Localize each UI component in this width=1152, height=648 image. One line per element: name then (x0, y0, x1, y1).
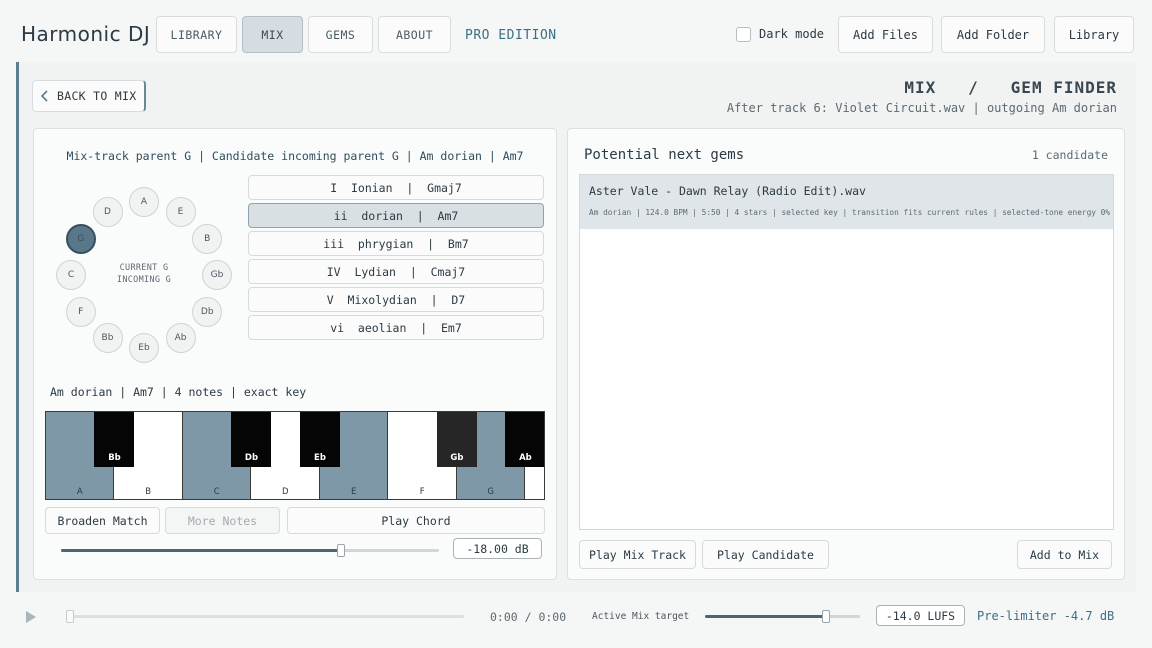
chevron-left-icon (33, 89, 57, 103)
piano-key-label: D (281, 487, 289, 497)
gem-finder-panel: BACK TO MIX MIX / GEM FINDER After track… (16, 62, 1136, 592)
add-to-mix-button[interactable]: Add to Mix (1017, 540, 1112, 569)
piano-key-label: Bb (108, 453, 121, 463)
volume-slider-thumb[interactable] (336, 544, 345, 557)
back-to-mix-button[interactable]: BACK TO MIX (32, 80, 146, 112)
next-gems-title: Potential next gems (584, 147, 745, 163)
piano-key-ab[interactable]: Ab (505, 412, 544, 467)
wheel-key-d[interactable]: D (92, 196, 123, 227)
wheel-key-ab[interactable]: Ab (165, 323, 196, 354)
piano-key-label: Db (244, 453, 259, 463)
playback-progress-thumb[interactable] (66, 610, 74, 623)
candidate-title: Aster Vale - Dawn Relay (Radio Edit).wav (589, 184, 866, 198)
next-gems-card: Potential next gems 1 candidate Aster Va… (567, 128, 1125, 580)
more-notes-button[interactable]: More Notes (165, 507, 280, 534)
piano-keyboard: A B C D E F G Bb Db Eb Gb Ab (45, 411, 545, 500)
wheel-key-e[interactable]: E (165, 196, 196, 227)
piano-key-label: F (419, 487, 425, 497)
back-to-mix-label: BACK TO MIX (57, 89, 137, 103)
mix-target-label: Active Mix target (592, 611, 690, 622)
wheel-key-bb[interactable]: Bb (92, 323, 123, 354)
tab-mix[interactable]: MIX (242, 16, 303, 53)
add-files-button[interactable]: Add Files (838, 16, 933, 53)
play-chord-button[interactable]: Play Chord (287, 507, 545, 534)
piano-key-label: A (76, 487, 83, 497)
piano-key-label: Gb (450, 453, 464, 463)
piano-key-label: B (145, 487, 152, 497)
volume-value[interactable]: -18.00 dB (453, 538, 542, 559)
wheel-key-c[interactable]: C (56, 260, 86, 290)
candidate-count: 1 candidate (1031, 148, 1108, 162)
piano-key-eb[interactable]: Eb (299, 412, 340, 467)
app-brand: Harmonic DJ (21, 22, 151, 46)
add-folder-button[interactable]: Add Folder (941, 16, 1045, 53)
piano-key-label: E (351, 487, 357, 497)
wheel-key-f[interactable]: F (65, 296, 96, 327)
mode-option[interactable]: IV Lydian | Cmaj7 (248, 259, 544, 284)
piano-key-label: C (213, 487, 220, 497)
tab-library[interactable]: LIBRARY (156, 16, 237, 53)
wheel-key-db[interactable]: Db (192, 296, 223, 327)
volume-slider-fill (61, 549, 341, 552)
page-subtitle: After track 6: Violet Circuit.wav | outg… (726, 101, 1117, 115)
broaden-match-button[interactable]: Broaden Match (45, 507, 160, 534)
page-title: MIX / GEM FINDER (904, 78, 1117, 97)
key-context-heading: Mix-track parent G | Candidate incoming … (66, 149, 524, 163)
candidate-meta: Am dorian | 124.0 BPM | 5:50 | 4 stars |… (589, 208, 1111, 217)
dark-mode-label[interactable]: Dark mode (759, 27, 824, 41)
volume-slider[interactable] (61, 544, 439, 557)
mix-target-thumb[interactable] (821, 610, 830, 623)
playback-time: 0:00 / 0:00 (490, 610, 567, 624)
tab-about[interactable]: ABOUT (378, 16, 451, 53)
scale-info: Am dorian | Am7 | 4 notes | exact key (50, 385, 307, 399)
mix-target-fill (705, 615, 826, 618)
wheel-key-g[interactable]: G (65, 223, 96, 254)
dark-mode-checkbox[interactable] (736, 27, 751, 42)
pre-limiter-readout: Pre-limiter -4.7 dB (977, 609, 1115, 623)
top-bar: Harmonic DJ LIBRARY MIX GEMS ABOUT PRO E… (0, 0, 1152, 62)
edition-label: PRO EDITION (465, 28, 557, 43)
wheel-key-eb[interactable]: Eb (129, 333, 159, 363)
mode-option[interactable]: V Mixolydian | D7 (248, 287, 544, 312)
circle-of-fifths: CURRENT G INCOMING G A E B Gb Db Ab Eb Bb F C G D (56, 187, 232, 363)
mode-option[interactable]: iii phrygian | Bm7 (248, 231, 544, 256)
mix-target-slider[interactable] (705, 610, 860, 623)
wheel-key-b[interactable]: B (192, 223, 223, 254)
piano-key-label: G (487, 487, 494, 497)
library-button[interactable]: Library (1054, 16, 1134, 53)
piano-key-bb[interactable]: Bb (94, 412, 135, 467)
mode-list: I Ionian | Gmaj7 ii dorian | Am7 iii phryg… (248, 175, 544, 343)
mode-option[interactable]: ii dorian | Am7 (248, 203, 544, 228)
candidate-list[interactable]: Aster Vale - Dawn Relay (Radio Edit).wav… (579, 174, 1114, 530)
piano-key-label: Ab (519, 453, 532, 463)
play-mix-track-button[interactable]: Play Mix Track (579, 540, 696, 569)
list-item[interactable]: Aster Vale - Dawn Relay (Radio Edit).wav… (580, 175, 1113, 229)
mode-option[interactable]: vi aeolian | Em7 (248, 315, 544, 340)
play-candidate-button[interactable]: Play Candidate (702, 540, 829, 569)
mode-option[interactable]: I Ionian | Gmaj7 (248, 175, 544, 200)
piano-key-gb[interactable]: Gb (436, 412, 477, 467)
lufs-value[interactable]: -14.0 LUFS (876, 605, 965, 626)
piano-key-db[interactable]: Db (231, 412, 272, 467)
wheel-key-a[interactable]: A (129, 187, 159, 217)
tab-gems[interactable]: GEMS (308, 16, 373, 53)
piano-key-label: Eb (314, 453, 326, 463)
play-icon[interactable] (23, 609, 39, 625)
wheel-key-gb[interactable]: Gb (202, 260, 232, 290)
key-selector-card: Mix-track parent G | Candidate incoming … (33, 128, 557, 580)
playback-progress-slider[interactable] (66, 610, 464, 623)
